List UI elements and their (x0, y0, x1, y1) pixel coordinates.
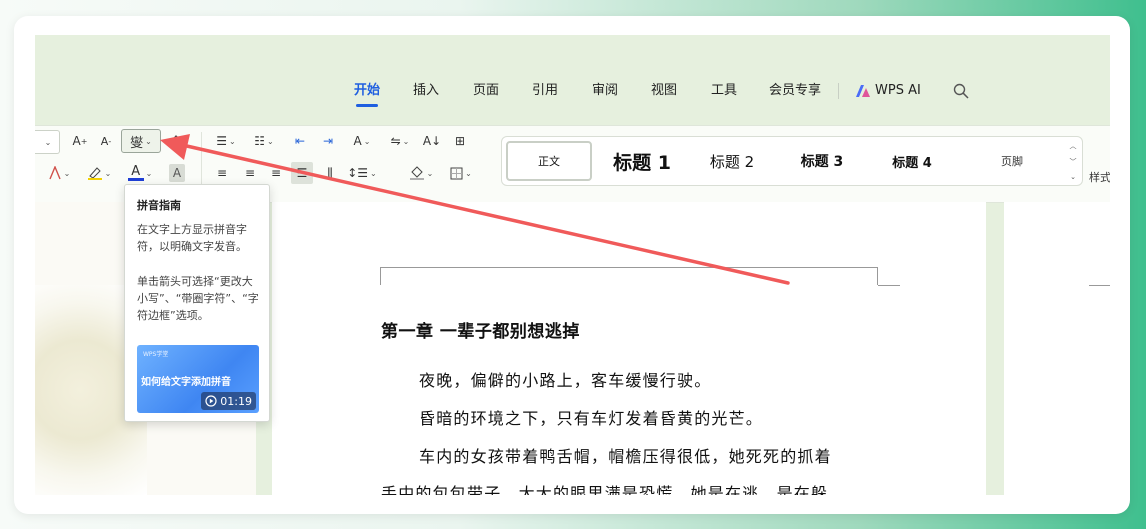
line-spacing-button[interactable]: ↕☰ ⌄ (347, 162, 377, 184)
paragraph-line[interactable]: 夜晚，偏僻的小路上，客车缓慢行驶。 (419, 367, 711, 391)
highlight-button[interactable]: ⌄ (85, 162, 113, 184)
tab-references[interactable]: 引用 (532, 79, 558, 103)
styles-scroll[interactable]: ︿ ﹀ ⌄ (1068, 141, 1078, 181)
tab-review[interactable]: 审阅 (592, 79, 618, 103)
pinyin-guide-button[interactable]: 燮 ⌄ (121, 129, 161, 153)
text-effect-icon (48, 166, 61, 180)
styles-gallery: 正文 标题 1 标题 2 标题 3 标题 4 页脚 ︿ ﹀ ⌄ (501, 136, 1083, 186)
chinese-layout-button[interactable]: A ⌄ (345, 130, 379, 152)
eraser-icon (169, 135, 183, 148)
paragraph-line[interactable]: 车内的女孩带着鸭舌帽，帽檐压得很低，她死死的抓着 (419, 443, 832, 467)
header-margin-line (380, 267, 877, 286)
shading-button[interactable]: ⌄ (405, 162, 437, 184)
wps-ai-tab[interactable]: WPS AI (855, 79, 921, 103)
clear-format-button[interactable] (165, 130, 187, 152)
align-center-button[interactable]: ≡ (239, 162, 261, 184)
shrink-font-button[interactable]: A- (95, 130, 117, 152)
tab-tools[interactable]: 工具 (711, 79, 737, 103)
style-heading-1[interactable]: 标题 1 (602, 141, 682, 181)
tab-page[interactable]: 页面 (473, 79, 499, 103)
distributed-align-button[interactable]: ⫼ (319, 162, 341, 184)
numbering-button[interactable]: ☷ ⌄ (249, 130, 279, 152)
sort-button[interactable]: A↓ (421, 130, 443, 152)
tooltip-description: 在文字上方显示拼音字符，以明确文字发音。 (137, 223, 247, 253)
styles-set-button[interactable]: 样式 (1089, 166, 1110, 188)
style-heading-3[interactable]: 标题 3 (782, 141, 862, 181)
margin-corner-right (877, 267, 878, 285)
paragraph-line[interactable]: 手中的包包带子，大大的眼里满是恐慌。她是在逃，是在躲 (381, 480, 828, 495)
search-icon[interactable] (953, 83, 969, 99)
video-duration: 01:19 (220, 394, 252, 408)
style-footer[interactable]: 页脚 (972, 141, 1052, 181)
justify-button[interactable]: ☰ (291, 162, 313, 184)
play-icon (205, 395, 217, 407)
align-left-button[interactable]: ≡ (211, 162, 233, 184)
style-normal[interactable]: 正文 (506, 141, 592, 181)
font-size-dropdown[interactable]: ⌄ (35, 130, 60, 154)
wps-ai-label: WPS AI (875, 83, 921, 98)
char-shading-button[interactable]: A (169, 164, 185, 182)
font-color-button[interactable]: A ⌄ (125, 162, 155, 184)
margin-tick-far-right (1089, 285, 1110, 286)
font-color-icon: A (131, 163, 141, 179)
wps-ai-icon (856, 85, 870, 97)
paragraph-line[interactable]: 昏暗的环境之下，只有车灯发着昏黄的光芒。 (419, 405, 763, 429)
video-caption: 如何给文字添加拼音 (141, 377, 231, 388)
right-page (1004, 202, 1110, 495)
font-color-bar (127, 177, 144, 181)
decrease-indent-button[interactable]: ⇤ (289, 130, 311, 152)
pinyin-guide-icon: 燮 (130, 135, 144, 151)
tooltip-options-note: 单击箭头可选择“更改大小写”、“带圈字符”、“字符边框”选项。 (137, 275, 259, 322)
style-heading-4[interactable]: 标题 4 (872, 141, 952, 181)
margin-tick-right (878, 285, 900, 286)
video-brand: WPS学堂 (143, 351, 169, 358)
tab-home[interactable]: 开始 (354, 79, 380, 107)
show-marks-button[interactable]: ⊞ (449, 130, 471, 152)
tab-member[interactable]: 会员专享 (769, 79, 821, 103)
grow-font-button[interactable]: A + (69, 130, 91, 152)
margin-corner-left (380, 267, 381, 285)
text-effect-button[interactable]: ⌄ (45, 162, 73, 184)
highlighter-icon (87, 167, 102, 180)
tab-separator (838, 83, 839, 99)
align-right-button[interactable]: ≡ (265, 162, 287, 184)
paint-bucket-icon (409, 166, 424, 180)
tooltip-title: 拼音指南 (137, 199, 181, 212)
bullets-button[interactable]: ☰ ⌄ (211, 130, 241, 152)
video-duration-badge: 01:19 (201, 392, 256, 410)
tab-insert[interactable]: 插入 (413, 79, 439, 103)
chapter-title[interactable]: 第一章 一辈子都别想逃掉 (381, 317, 580, 342)
tab-view[interactable]: 视图 (651, 79, 677, 103)
increase-indent-button[interactable]: ⇥ (317, 130, 339, 152)
style-heading-2[interactable]: 标题 2 (692, 141, 772, 181)
borders-button[interactable]: ⌄ (445, 162, 477, 184)
pinyin-guide-tooltip: 拼音指南 在文字上方显示拼音字符，以明确文字发音。 单击箭头可选择“更改大小写”… (124, 184, 270, 422)
border-icon (450, 167, 463, 179)
text-direction-button[interactable]: ⇋ ⌄ (385, 130, 415, 152)
tutorial-video-thumbnail[interactable]: WPS学堂 如何给文字添加拼音 01:19 (137, 345, 259, 413)
ribbon-tabs: 开始 插入 页面 引用 审阅 视图 工具 会员专享 WPS AI (35, 79, 1110, 109)
